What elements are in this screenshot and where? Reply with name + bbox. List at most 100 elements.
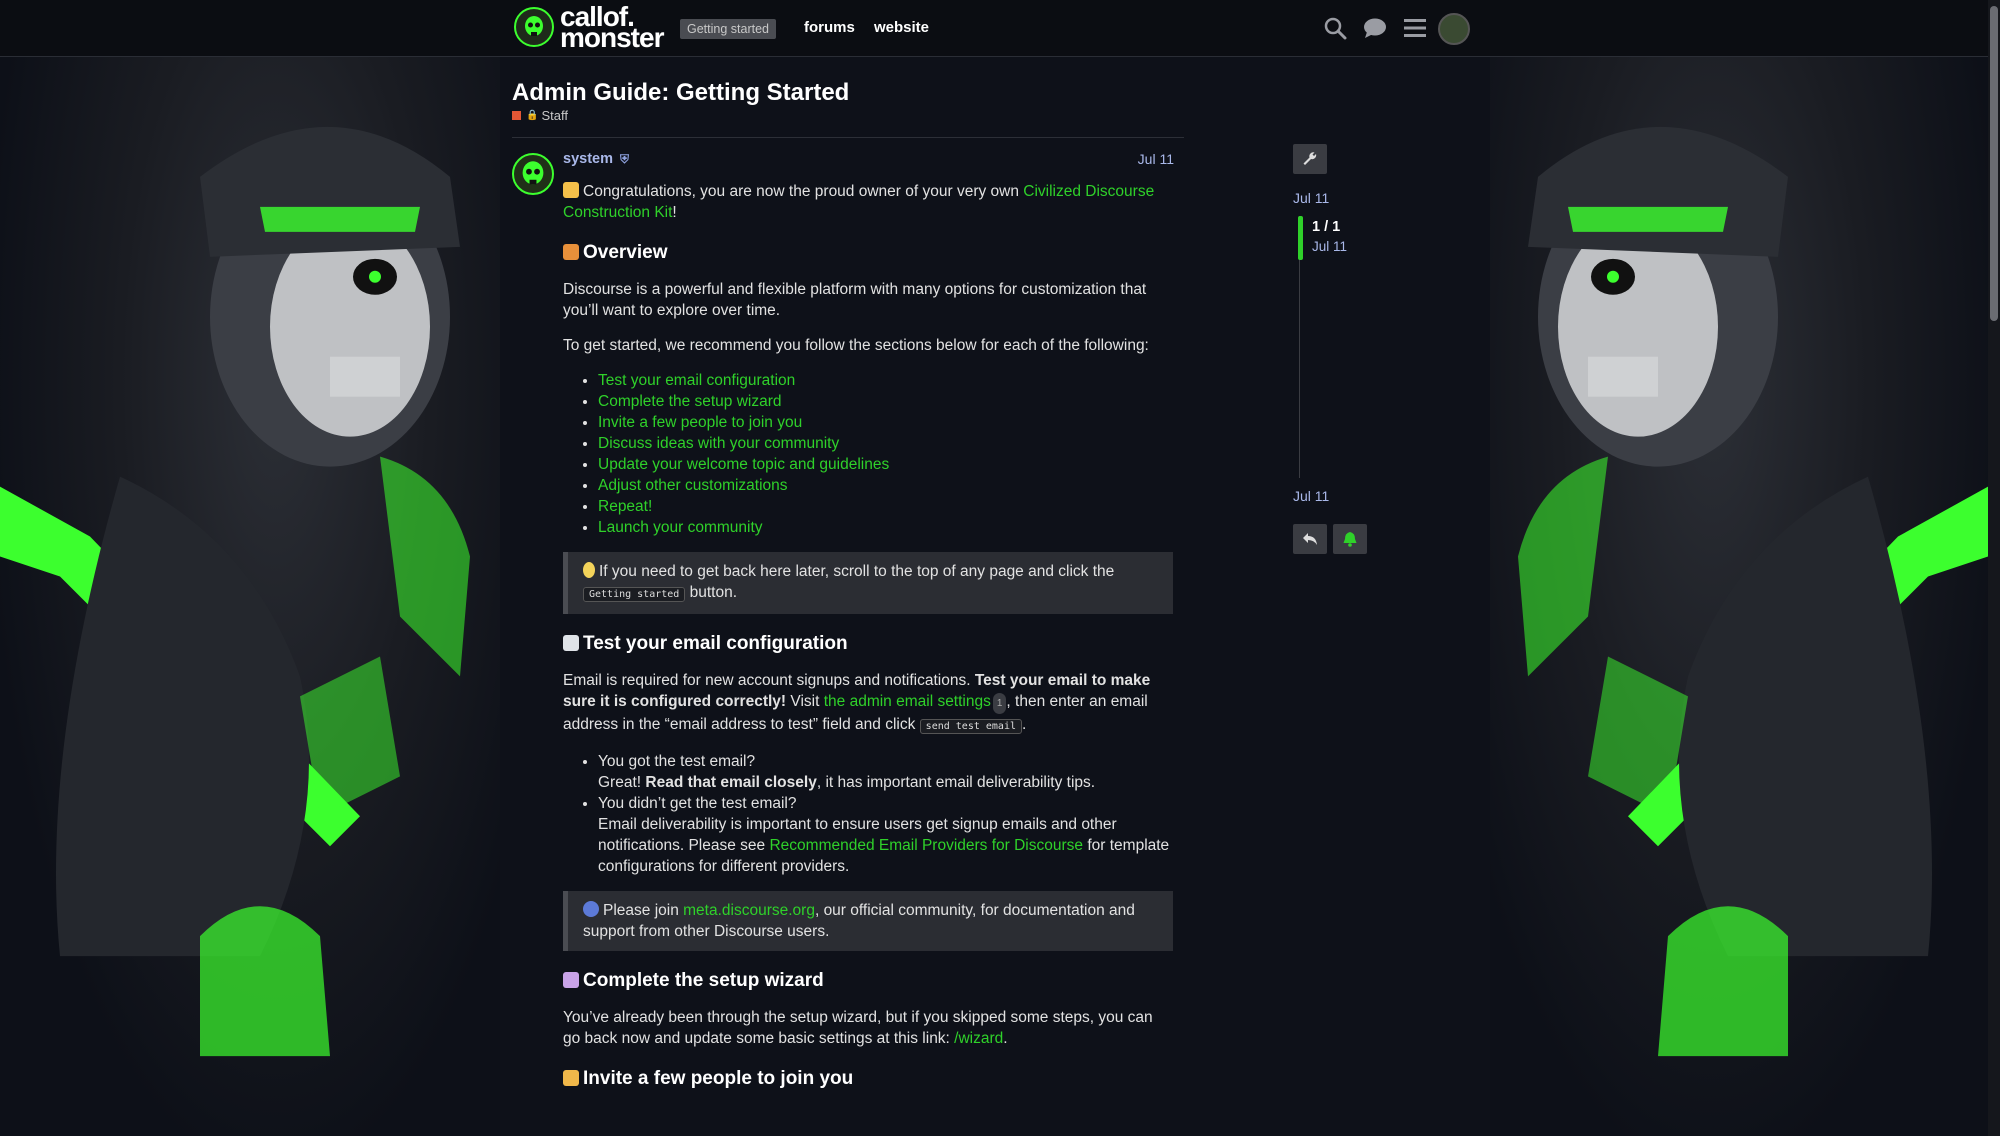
overview-heading-text: Overview [583,242,668,263]
overview-paragraph-1: Discourse is a powerful and flexible pla… [563,281,1147,319]
intro-paragraph: Congratulations, you are now the proud o… [563,181,1173,223]
speaking-head-icon [583,901,599,917]
reply-button[interactable] [1293,524,1327,554]
search-icon[interactable] [1320,13,1350,43]
timeline-start-date[interactable]: Jul 11 [1293,190,1329,206]
wizard-paragraph: You’ve already been through the setup wi… [563,1007,1173,1049]
toc-link-repeat[interactable]: Repeat! [598,498,652,515]
callout-meta-text: Please join [603,902,684,919]
timeline-post-count: 1 / 1 [1312,219,1341,235]
got-email-bold: Read that email closely [645,774,817,791]
moderator-shield-icon: ⛨ [619,151,629,166]
category-color-swatch [512,111,521,120]
magic-wand-icon [563,972,579,988]
email-paragraph: Email is required for new account signup… [563,670,1173,737]
site-logo[interactable]: callof. monster [514,3,664,53]
list-item: You didn’t get the test email? Email del… [598,793,1173,877]
email-heading-text: Test your email configuration [583,633,848,654]
toc-link-customize[interactable]: Adjust other customizations [598,477,788,494]
timeline-end-date[interactable]: Jul 11 [1293,488,1329,504]
got-email-text-end: , it has important email deliverability … [816,774,1096,791]
user-avatar[interactable] [1438,13,1470,45]
nav-website-link[interactable]: website [874,19,929,36]
meta-discourse-link[interactable]: meta.discourse.org [683,902,815,919]
hatching-chick-icon [563,182,579,198]
page-scrollbar[interactable] [1988,0,2000,1136]
toc-link-welcome[interactable]: Update your welcome topic and guidelines [598,456,889,473]
callout-getting-started: If you need to get back here later, scro… [563,552,1173,614]
background-art-right [1488,57,1988,1136]
nav-forums-link[interactable]: forums [804,19,855,36]
list-item: Launch your community [598,517,1173,538]
hamburger-menu-icon[interactable] [1400,13,1430,43]
notifications-button[interactable] [1333,524,1367,554]
list-item: Test your email configuration [598,370,1173,391]
toc-list: Test your email configuration Complete t… [598,370,1173,538]
list-item: Invite a few people to join you [598,412,1173,433]
overview-paragraph-2: To get started, we recommend you follow … [563,337,1149,354]
reply-icon [1303,533,1317,545]
logo-line-2: monster [560,22,664,53]
post-author-avatar[interactable] [512,153,554,195]
link-click-count: 1 [992,693,1007,714]
got-email-text: Great! [598,774,646,791]
send-test-email-code: send test email [919,719,1022,734]
scrollbar-thumb[interactable] [1990,6,1998,321]
wizard-text-end: . [1003,1030,1008,1047]
email-heading: Test your email configuration [563,632,1173,656]
chat-icon[interactable] [1360,13,1390,43]
sunrise-icon [563,244,579,260]
topic-title[interactable]: Admin Guide: Getting Started [512,79,849,107]
list-item: Discuss ideas with your community [598,433,1173,454]
post-username[interactable]: system [563,151,613,167]
list-item: Complete the setup wizard [598,391,1173,412]
toc-link-wizard[interactable]: Complete the setup wizard [598,393,782,410]
lock-icon: 🔒 [526,110,539,121]
post-body: Congratulations, you are now the proud o… [563,181,1173,1105]
background-art-left [0,57,500,1136]
toc-link-discuss[interactable]: Discuss ideas with your community [598,435,839,452]
bell-icon [1343,532,1357,547]
list-item: Repeat! [598,496,1173,517]
wrench-icon [1303,152,1317,165]
timeline-handle[interactable] [1298,216,1303,260]
post-date[interactable]: Jul 11 [1138,151,1174,167]
getting-started-button[interactable]: Getting started [680,19,776,39]
envelope-icon [563,635,579,651]
email-providers-link[interactable]: Recommended Email Providers for Discours… [769,837,1083,854]
wizard-heading-text: Complete the setup wizard [583,970,824,991]
post-author[interactable]: system ⛨ [563,151,629,167]
wizard-text: You’ve already been through the setup wi… [563,1009,1153,1047]
wizard-link[interactable]: /wizard [954,1030,1003,1047]
list-item: Update your welcome topic and guidelines [598,454,1173,475]
intro-end: ! [672,204,677,221]
toc-link-launch[interactable]: Launch your community [598,519,763,536]
wizard-heading: Complete the setup wizard [563,969,1173,993]
handshake-icon [563,1070,579,1086]
topic-category[interactable]: 🔒 Staff [512,108,568,123]
admin-email-settings-link[interactable]: the admin email settings [824,693,991,710]
email-text: Email is required for new account signup… [563,672,975,689]
callout-text: If you need to get back here later, scro… [599,563,1115,580]
getting-started-code: Getting started [583,587,686,602]
toc-link-email[interactable]: Test your email configuration [598,372,795,389]
list-item: Adjust other customizations [598,475,1173,496]
email-text-2: Visit [786,693,824,710]
callout-meta: Please join meta.discourse.org, our offi… [563,891,1173,951]
title-divider [512,137,1184,138]
didnt-get-email-question: You didn’t get the test email? [598,795,797,812]
callout-text-end: button. [685,584,738,601]
email-text-end: . [1021,716,1027,733]
category-name: Staff [541,108,568,123]
list-item: You got the test email? Great! Read that… [598,751,1173,793]
logo-text: callof. monster [560,3,664,53]
admin-wrench-button[interactable] [1293,144,1327,174]
site-header: callof. monster Getting started forums w… [0,0,1988,57]
invite-heading-text: Invite a few people to join you [583,1068,854,1089]
got-email-question: You got the test email? [598,753,756,770]
toc-link-invite[interactable]: Invite a few people to join you [598,414,802,431]
email-outcomes-list: You got the test email? Great! Read that… [598,751,1173,877]
overview-heading: Overview [563,241,1173,265]
light-bulb-icon [583,562,595,578]
timeline-current-date: Jul 11 [1312,239,1348,254]
